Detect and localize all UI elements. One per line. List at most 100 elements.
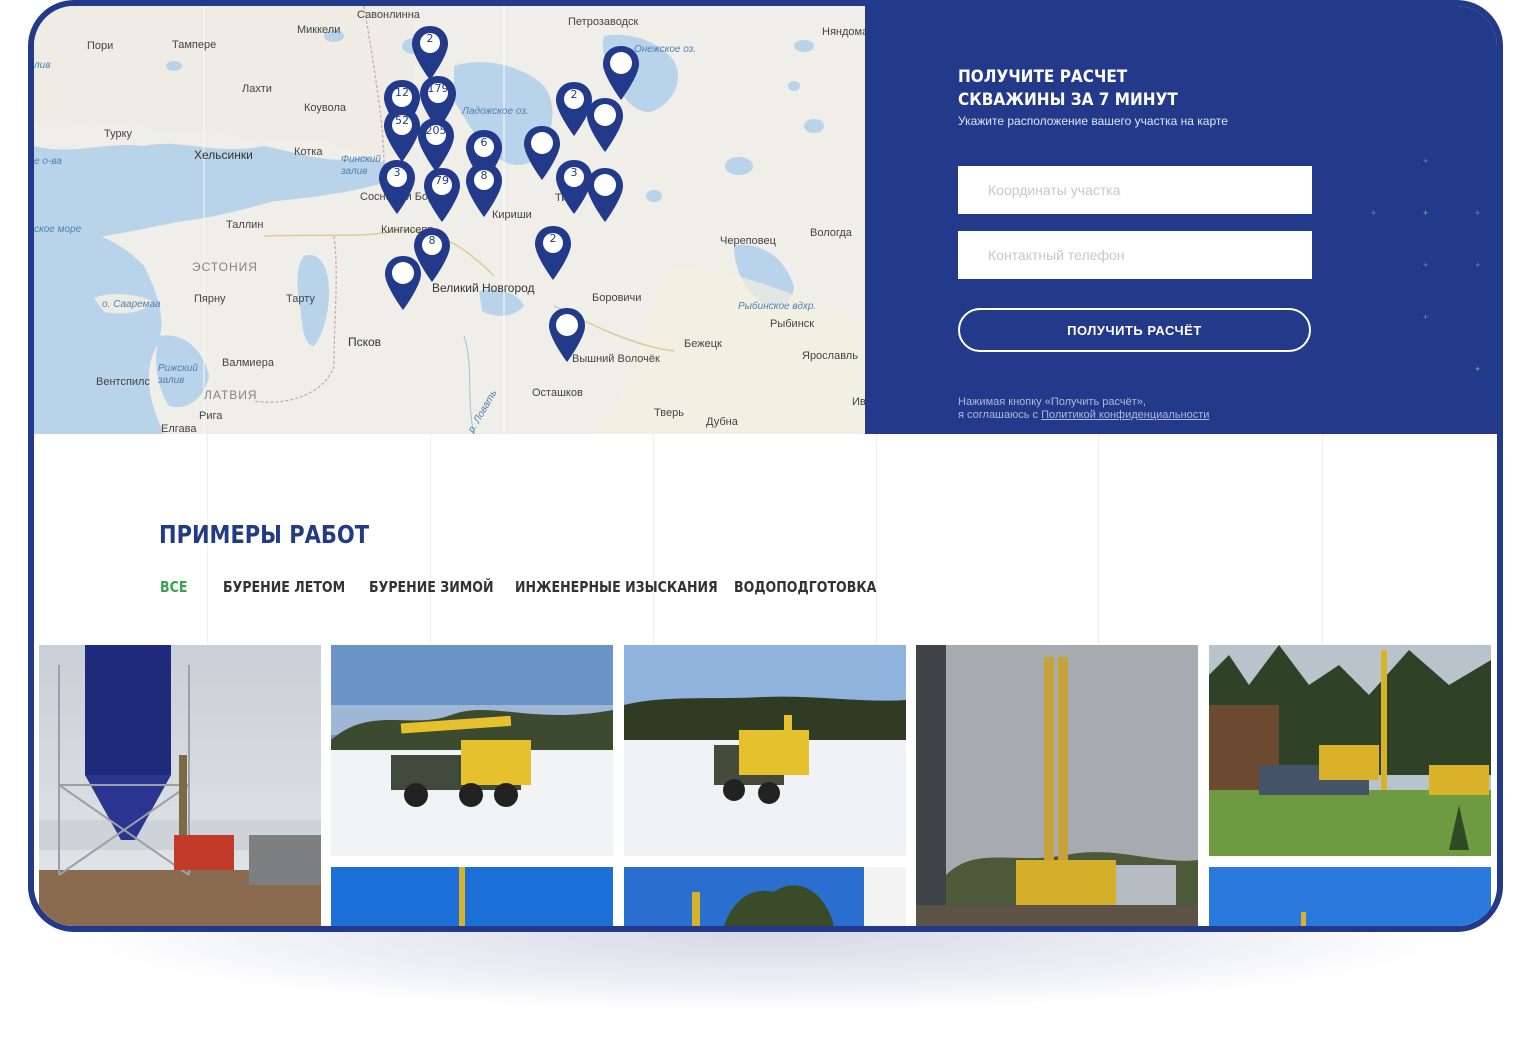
water-label: Рыбинское вдхр. bbox=[738, 301, 817, 312]
map-pin-icon[interactable] bbox=[547, 306, 587, 364]
map-pin-icon[interactable]: 79 bbox=[422, 166, 462, 224]
photo-graphic bbox=[331, 867, 613, 926]
city-label: Боровичи bbox=[592, 292, 642, 304]
city-label: Дубна bbox=[706, 416, 738, 428]
city-label: Осташков bbox=[532, 387, 583, 399]
country-label: ЭСТОНИЯ bbox=[192, 260, 258, 274]
city-label: Ив bbox=[852, 396, 865, 408]
photo-graphic bbox=[331, 645, 613, 856]
water-label: о. Сааремаа bbox=[102, 299, 161, 310]
tab-water-treatment[interactable]: ВОДОПОДГОТОВКА bbox=[734, 578, 876, 596]
city-label: Рига bbox=[199, 410, 223, 422]
work-photo-blue-sky-2[interactable] bbox=[624, 867, 906, 926]
work-photo-blue-sky-3[interactable] bbox=[1209, 867, 1491, 926]
map-pin-icon[interactable] bbox=[585, 96, 625, 154]
decor-plus-icon: + bbox=[1423, 260, 1429, 270]
city-label: Тарту bbox=[286, 293, 315, 305]
water-label: Онежское оз. bbox=[634, 44, 697, 55]
country-label: ЛАТВИЯ bbox=[204, 388, 258, 402]
tab-summer-drilling[interactable]: БУРЕНИЕ ЛЕТОМ bbox=[223, 578, 345, 596]
decor-plus-icon: + bbox=[1371, 208, 1377, 218]
map-pin-icon[interactable] bbox=[522, 124, 562, 182]
decor-plus-icon: + bbox=[1475, 260, 1481, 270]
consent-line1: Нажимая кнопку «Получить расчёт», bbox=[958, 396, 1146, 408]
form-title-line2: СКВАЖИНЫ ЗА 7 МИНУТ bbox=[958, 90, 1178, 110]
map-pin-count: 6 bbox=[480, 136, 488, 149]
city-label: Хельсинки bbox=[194, 148, 253, 162]
city-label: Миккели bbox=[297, 24, 341, 36]
map-pin-count: 2 bbox=[426, 32, 434, 45]
tab-engineering-surveys[interactable]: ИНЖЕНЕРНЫЕ ИЗЫСКАНИЯ bbox=[515, 578, 718, 596]
privacy-policy-link[interactable]: Политикой конфиденциальности bbox=[1041, 409, 1209, 421]
photo-graphic bbox=[1209, 867, 1491, 926]
city-label: Псков bbox=[348, 335, 382, 349]
water-label: Финский залив bbox=[341, 154, 381, 177]
consent-text: Нажимая кнопку «Получить расчёт», я согл… bbox=[958, 396, 1209, 422]
work-photo-summer-rig[interactable] bbox=[1209, 645, 1491, 856]
city-label: Бежецк bbox=[684, 338, 722, 350]
grid-line bbox=[430, 434, 431, 644]
form-subtitle: Укажите расположение вашего участка на к… bbox=[958, 114, 1228, 128]
work-photo-tall-rig[interactable] bbox=[916, 645, 1198, 926]
map-pin-icon[interactable] bbox=[585, 166, 625, 224]
city-label: Тампере bbox=[172, 39, 217, 51]
water-label: Ладожское оз. bbox=[462, 106, 529, 117]
map-pin-count: 12 bbox=[395, 86, 409, 99]
city-label: Тверь bbox=[654, 407, 684, 419]
tab-all[interactable]: ВСЕ bbox=[160, 578, 187, 596]
city-label: Таллин bbox=[226, 219, 264, 231]
work-photo-silo-rig[interactable] bbox=[39, 645, 321, 926]
map-pin-count: 8 bbox=[428, 234, 436, 247]
water-label: лив bbox=[34, 60, 51, 71]
grid-line bbox=[1322, 434, 1323, 644]
city-label: Ярославль bbox=[802, 350, 858, 362]
city-label: Елгава bbox=[161, 423, 197, 434]
work-photo-winter-truck-2[interactable] bbox=[624, 645, 906, 856]
work-photo-blue-sky-1[interactable] bbox=[331, 867, 613, 926]
city-label: Вологда bbox=[810, 227, 852, 239]
city-label: Череповец bbox=[720, 235, 776, 247]
calc-form-panel: ПОЛУЧИТЕ РАСЧЕТ СКВАЖИНЫ ЗА 7 МИНУТ Укаж… bbox=[865, 6, 1497, 434]
work-photo-winter-truck-1[interactable] bbox=[331, 645, 613, 856]
form-title-line1: ПОЛУЧИТЕ РАСЧЕТ bbox=[958, 67, 1128, 87]
decor-plus-icon: + bbox=[1475, 208, 1481, 218]
city-label: Валмиера bbox=[222, 357, 274, 369]
city-label: Пярну bbox=[194, 293, 226, 305]
map-pin-count: 205 bbox=[425, 124, 447, 137]
water-label: е о-ва bbox=[34, 156, 62, 167]
photo-graphic bbox=[916, 645, 1198, 926]
map-pin-count: 79 bbox=[435, 174, 449, 187]
city-label: Коувола bbox=[304, 102, 347, 114]
map-pin-icon[interactable]: 2 bbox=[533, 224, 573, 282]
photo-graphic bbox=[624, 867, 906, 926]
city-label: Пори bbox=[87, 40, 114, 52]
city-label: Турку bbox=[104, 128, 133, 140]
decor-plus-icon: + bbox=[1423, 312, 1429, 322]
map-pin-icon[interactable]: 8 bbox=[464, 161, 504, 219]
map-pin-count: 3 bbox=[393, 166, 401, 179]
map-pin-icon[interactable]: 3 bbox=[377, 158, 417, 216]
city-label: Петрозаводск bbox=[568, 16, 639, 28]
works-section: ПРИМЕРЫ РАБОТ ВСЕ БУРЕНИЕ ЛЕТОМ БУРЕНИЕ … bbox=[34, 434, 1497, 926]
consent-line2: я соглашаюсь с bbox=[958, 409, 1042, 421]
tab-winter-drilling[interactable]: БУРЕНИЕ ЗИМОЙ bbox=[369, 578, 494, 596]
city-label: Лахти bbox=[242, 83, 272, 95]
map[interactable]: Савонлинна Петрозаводск Тампере Миккели … bbox=[34, 6, 865, 434]
get-calculation-button[interactable]: ПОЛУЧИТЬ РАСЧЁТ bbox=[958, 308, 1311, 352]
city-label: Рыбинск bbox=[770, 318, 815, 330]
city-label: Савонлинна bbox=[357, 9, 420, 21]
city-label: Няндома bbox=[822, 26, 865, 38]
coordinates-input[interactable] bbox=[958, 166, 1312, 214]
grid-line bbox=[653, 434, 654, 644]
phone-input[interactable] bbox=[958, 231, 1312, 279]
map-pin-icon[interactable] bbox=[383, 254, 423, 312]
map-pin-icon[interactable] bbox=[601, 44, 641, 102]
city-label: Вентспилс bbox=[96, 376, 150, 388]
photo-graphic bbox=[1209, 645, 1491, 856]
form-title: ПОЛУЧИТЕ РАСЧЕТ СКВАЖИНЫ ЗА 7 МИНУТ bbox=[958, 66, 1228, 112]
map-pin-count: 8 bbox=[480, 169, 488, 182]
photo-graphic bbox=[624, 645, 906, 856]
decor-plus-icon: + bbox=[1423, 156, 1429, 166]
works-heading: ПРИМЕРЫ РАБОТ bbox=[159, 520, 370, 549]
city-label: Котка bbox=[294, 146, 323, 158]
